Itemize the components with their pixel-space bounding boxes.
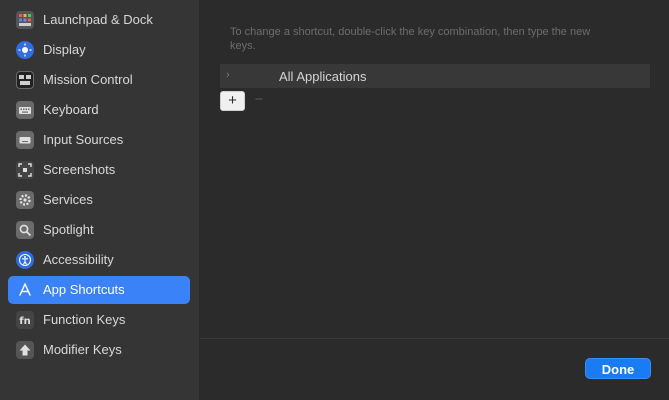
sidebar-item-function-keys[interactable]: fn Function Keys [8,306,190,334]
sidebar-item-label: Launchpad & Dock [43,12,153,27]
mission-control-icon [16,71,34,89]
add-shortcut-button[interactable]: + [220,91,245,111]
sidebar-item-label: Modifier Keys [43,342,122,357]
sidebar-item-label: Input Sources [43,132,124,147]
services-gear-icon [16,191,34,209]
sidebar-item-spotlight[interactable]: Spotlight [8,216,190,244]
sidebar-item-launchpad-dock[interactable]: Launchpad & Dock [8,6,190,34]
all-applications-row[interactable]: › All Applications [220,64,650,88]
input-sources-icon [16,131,34,149]
app-shortcuts-panel: To change a shortcut, double-click the k… [200,0,669,400]
screenshot-icon [16,161,34,179]
sidebar-item-label: Display [43,42,86,57]
sidebar-item-display[interactable]: Display [8,36,190,64]
accessibility-icon [16,251,34,269]
instruction-text: To change a shortcut, double-click the k… [230,26,591,52]
sidebar-item-label: Spotlight [43,222,94,237]
sidebar-item-app-shortcuts[interactable]: App Shortcuts [8,276,190,304]
sidebar-item-label: Screenshots [43,162,116,177]
app-row-label: All Applications [279,69,367,84]
chevron-right-icon[interactable]: › [226,69,230,81]
remove-shortcut-button[interactable]: − [252,91,266,111]
sidebar-item-label: Mission Control [43,72,133,87]
launchpad-icon [16,11,34,29]
sidebar-item-label: App Shortcuts [43,282,125,297]
sidebar-item-mission-control[interactable]: Mission Control [8,66,190,94]
sidebar-item-label: Keyboard [43,102,99,117]
divider [200,338,669,339]
sidebar-item-input-sources[interactable]: Input Sources [8,126,190,154]
done-button[interactable]: Done [585,358,651,379]
sidebar-item-screenshots[interactable]: Screenshots [8,156,190,184]
sidebar-item-label: Accessibility [43,252,114,267]
sidebar-item-label: Function Keys [43,312,126,327]
function-keys-icon: fn [16,311,34,329]
sidebar-item-keyboard[interactable]: Keyboard [8,96,190,124]
sidebar: Launchpad & Dock Display Mission Control… [0,0,200,400]
sidebar-item-accessibility[interactable]: Accessibility [8,246,190,274]
app-shortcuts-icon [16,281,34,299]
spotlight-icon [16,221,34,239]
sidebar-item-label: Services [43,192,93,207]
modifier-keys-icon [16,341,34,359]
sidebar-item-modifier-keys[interactable]: Modifier Keys [8,336,190,364]
keyboard-icon [16,101,34,119]
display-icon [16,41,34,59]
svg-text:fn: fn [19,316,30,327]
sidebar-item-services[interactable]: Services [8,186,190,214]
